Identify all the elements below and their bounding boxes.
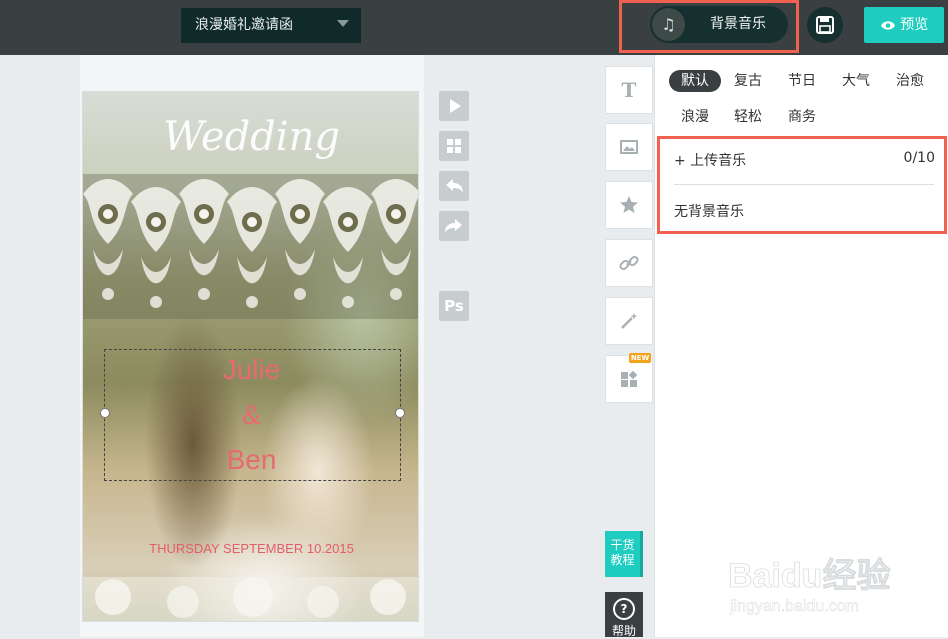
undo-button[interactable]	[439, 171, 469, 201]
new-badge: NEW	[629, 353, 651, 363]
wedding-heading[interactable]: Wedding	[83, 114, 418, 160]
sticker-tool-button[interactable]	[605, 181, 653, 229]
play-icon	[450, 99, 461, 113]
baidu-watermark: Baidu经验 jingyan.baidu.com	[728, 556, 891, 616]
ps-import-button[interactable]: Ps	[439, 291, 469, 321]
category-tab-healing[interactable]: 治愈	[890, 70, 930, 92]
undo-icon	[446, 179, 463, 193]
redo-button[interactable]	[439, 211, 469, 241]
tutorial-label-1: 干货	[610, 538, 635, 552]
star-icon	[620, 196, 638, 213]
project-title-select[interactable]: 浪漫婚礼邀请函	[181, 8, 361, 43]
category-tab-romantic[interactable]: 浪漫	[675, 106, 715, 128]
watermark-brand: Baidu经验	[728, 556, 890, 595]
text-tool-button[interactable]: T	[605, 66, 653, 114]
category-tab-grand[interactable]: 大气	[836, 70, 876, 92]
eye-icon	[880, 9, 896, 45]
lace-pattern-bottom	[83, 577, 418, 621]
link-tool-button[interactable]	[605, 239, 653, 287]
category-tab-retro[interactable]: 复古	[728, 70, 768, 92]
chevron-down-icon[interactable]	[337, 20, 349, 27]
top-bar	[0, 0, 948, 55]
category-tab-relaxed[interactable]: 轻松	[728, 106, 768, 128]
play-button[interactable]	[439, 91, 469, 121]
image-tool-button[interactable]	[605, 123, 653, 171]
grid-icon	[447, 139, 461, 153]
help-icon: ?	[613, 598, 635, 620]
effect-tool-button[interactable]	[605, 297, 653, 345]
text-icon: T	[621, 78, 637, 102]
link-icon	[619, 255, 639, 271]
category-tab-business[interactable]: 商务	[782, 106, 822, 128]
image-icon	[620, 140, 638, 154]
widgets-icon	[621, 370, 638, 387]
highlight-frame-music-button	[619, 0, 799, 53]
save-button[interactable]	[807, 7, 843, 43]
couple-name-1[interactable]: Julie	[83, 354, 418, 386]
help-label: 帮助	[611, 624, 636, 638]
couple-ampersand[interactable]: &	[83, 399, 418, 431]
watermark-url: jingyan.baidu.com	[729, 598, 859, 615]
grid-button[interactable]	[439, 131, 469, 161]
wedding-date-text[interactable]: THURSDAY SEPTEMBER 10.2015	[83, 541, 418, 556]
redo-icon	[445, 219, 462, 233]
help-tab[interactable]: ? 帮助	[605, 592, 643, 638]
lace-pattern-top	[83, 174, 418, 319]
magic-wand-icon	[621, 313, 638, 329]
category-tab-festival[interactable]: 节日	[782, 70, 822, 92]
phone-page-canvas[interactable]: Wedding Julie & Ben THURSDAY SEPTEMBER 1…	[82, 91, 419, 622]
preview-label: 预览	[900, 17, 929, 33]
preview-button[interactable]: 预览	[864, 7, 944, 43]
couple-name-2[interactable]: Ben	[83, 444, 418, 476]
save-icon	[816, 16, 834, 34]
tutorial-tab[interactable]: 干货 教程	[605, 531, 643, 577]
tutorial-label-2: 教程	[610, 553, 635, 567]
highlight-frame-music-options	[657, 136, 947, 234]
category-tab-default[interactable]: 默认	[669, 70, 721, 92]
